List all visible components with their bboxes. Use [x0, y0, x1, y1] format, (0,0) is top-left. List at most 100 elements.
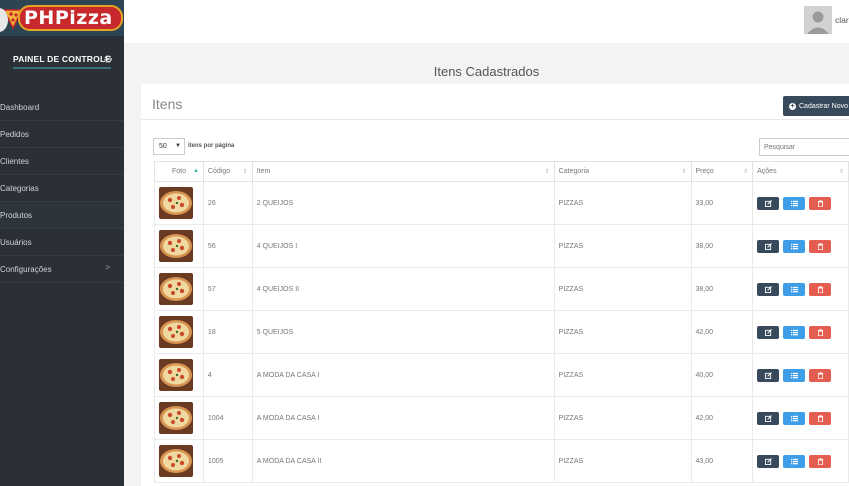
sidebar-item-dashboard[interactable]: Dashboard: [0, 94, 124, 121]
details-button[interactable]: [783, 454, 806, 468]
item-name: A MODA DA CASA I: [256, 414, 320, 422]
column-header-codigo[interactable]: Código ⇕: [202, 161, 253, 182]
details-button[interactable]: [783, 325, 806, 339]
item-category: PIZZAS: [558, 371, 584, 379]
item-cell: A MODA DA CASA II: [251, 439, 555, 483]
code-cell: 18: [202, 310, 253, 354]
edit-button[interactable]: [757, 239, 780, 253]
user-name[interactable]: clar: [835, 15, 849, 25]
photo-cell: [154, 353, 204, 397]
table-row[interactable]: 26 2 QUEIJOS PIZZAS 33,00: [154, 181, 849, 225]
item-cell: A MODA DA CASA I: [251, 396, 555, 440]
delete-button[interactable]: [809, 368, 832, 382]
item-name: 4 QUEIJOS II: [256, 285, 300, 293]
edit-icon: [764, 242, 772, 250]
item-price: 33,00: [695, 199, 714, 207]
item-category: PIZZAS: [558, 457, 584, 465]
item-cell: 4 QUEIJOS I: [251, 224, 555, 268]
list-icon: [790, 458, 798, 464]
sidebar-item-clientes[interactable]: Clientes: [0, 148, 124, 175]
column-header-categoria[interactable]: Categoria ⇕: [553, 161, 692, 182]
gear-icon[interactable]: [103, 54, 113, 64]
item-category: PIZZAS: [558, 242, 584, 250]
table-row[interactable]: 56 4 QUEIJOS I PIZZAS 38,00: [154, 224, 849, 268]
delete-button[interactable]: [809, 454, 832, 468]
page-size-label: itens por página: [188, 143, 235, 149]
edit-button[interactable]: [757, 454, 780, 468]
sidebar-item-label: Clientes: [0, 156, 29, 166]
code-cell: 57: [202, 267, 253, 311]
add-item-button[interactable]: + Cadastrar Novo: [783, 96, 849, 116]
trash-icon: [817, 285, 823, 293]
details-button[interactable]: [783, 282, 806, 296]
page-size-select[interactable]: 50 ▼: [153, 138, 185, 155]
table-row[interactable]: 1005 A MODA DA CASA II PIZZAS 43,00: [154, 439, 849, 483]
table-row[interactable]: 57 4 QUEIJOS II PIZZAS 38,00: [154, 267, 849, 311]
photo-cell: [154, 396, 204, 440]
item-name: A MODA DA CASA I: [256, 371, 320, 379]
table-row[interactable]: 1004 A MODA DA CASA I PIZZAS 42,00: [154, 396, 849, 440]
sidebar-item-configuracoes[interactable]: Configurações >: [0, 256, 124, 283]
details-button[interactable]: [783, 368, 806, 382]
price-cell: 38,00: [690, 267, 754, 311]
photo-cell: [154, 439, 204, 483]
column-header-acoes[interactable]: Ações ⇕: [752, 161, 849, 182]
sidebar-item-produtos[interactable]: Produtos: [0, 202, 124, 229]
panel-title: PAINEL DE CONTROLE: [13, 54, 112, 64]
list-icon: [790, 372, 798, 378]
item-cell: 2 QUEIJOS: [251, 181, 555, 225]
details-button[interactable]: [783, 196, 806, 210]
edit-button[interactable]: [757, 282, 780, 296]
item-cell: A MODA DA CASA I: [251, 353, 555, 397]
price-cell: 38,00: [690, 224, 754, 268]
delete-button[interactable]: [809, 282, 832, 296]
list-icon: [790, 415, 798, 421]
sort-icon: ⇕: [743, 169, 749, 175]
plus-circle-icon: +: [789, 102, 796, 110]
actions-cell: [752, 267, 849, 311]
delete-button[interactable]: [809, 239, 832, 253]
details-button[interactable]: [783, 411, 806, 425]
item-cell: 4 QUEIJOS II: [251, 267, 555, 311]
delete-button[interactable]: [809, 325, 832, 339]
edit-icon: [764, 414, 772, 422]
user-avatar[interactable]: [804, 6, 832, 34]
category-cell: PIZZAS: [553, 396, 692, 440]
sidebar-item-usuarios[interactable]: Usuários: [0, 229, 124, 256]
sidebar-item-pedidos[interactable]: Pedidos: [0, 121, 124, 148]
item-price: 38,00: [695, 285, 714, 293]
item-code: 1005: [207, 457, 224, 465]
sidebar-item-label: Pedidos: [0, 129, 29, 139]
delete-button[interactable]: [809, 411, 832, 425]
list-icon: [790, 286, 798, 292]
photo-cell: [154, 267, 204, 311]
delete-button[interactable]: [809, 196, 832, 210]
column-header-preco[interactable]: Preço ⇕: [690, 161, 754, 182]
search-input[interactable]: [759, 138, 849, 156]
panel-divider: [141, 119, 849, 120]
brand-logo[interactable]: PHPizza: [2, 5, 123, 31]
edit-button[interactable]: [757, 196, 780, 210]
sort-icon: ⇕: [242, 169, 248, 175]
category-cell: PIZZAS: [553, 224, 692, 268]
edit-button[interactable]: [757, 325, 780, 339]
sort-icon: ⇕: [838, 169, 844, 175]
code-cell: 1005: [202, 439, 253, 483]
sidebar-item-categorias[interactable]: Categorias: [0, 175, 124, 202]
edit-icon: [764, 371, 772, 379]
details-button[interactable]: [783, 239, 806, 253]
column-header-foto[interactable]: Foto ▲: [154, 161, 204, 182]
category-cell: PIZZAS: [553, 267, 692, 311]
add-item-button-label: Cadastrar Novo: [799, 102, 849, 110]
column-header-item[interactable]: Item ⇕: [251, 161, 555, 182]
actions-cell: [752, 353, 849, 397]
sort-icon: ⇕: [544, 169, 550, 175]
pizza-photo: [159, 445, 193, 477]
category-cell: PIZZAS: [553, 439, 692, 483]
edit-button[interactable]: [757, 368, 780, 382]
table-row[interactable]: 18 5 QUEIJOS PIZZAS 42,00: [154, 310, 849, 354]
table-row[interactable]: 4 A MODA DA CASA I PIZZAS 40,00: [154, 353, 849, 397]
edit-button[interactable]: [757, 411, 780, 425]
list-icon: [790, 200, 798, 206]
photo-cell: [154, 310, 204, 354]
